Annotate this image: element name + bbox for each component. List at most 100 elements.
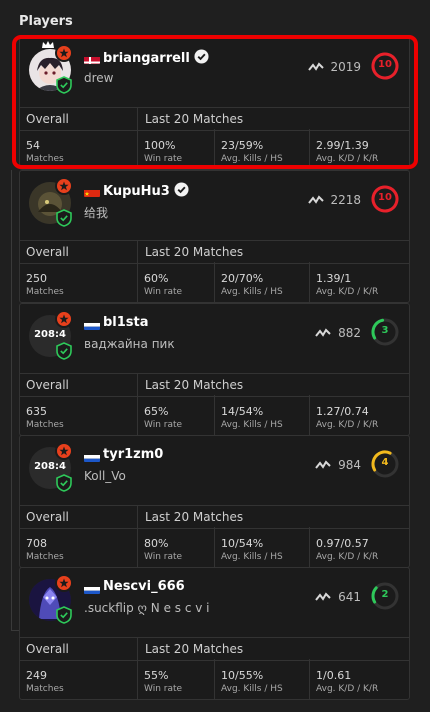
- stat-label: Win rate: [144, 552, 183, 562]
- skill-level-badge: 10: [370, 184, 400, 214]
- overall-label: Overall: [26, 642, 69, 656]
- last-20-matches-label: Last 20 Matches: [145, 112, 244, 126]
- skill-level-badge: 2: [370, 581, 400, 611]
- country-flag-icon: [84, 451, 100, 462]
- stat-value: 23/59%: [221, 139, 264, 152]
- stat-label: Avg. K/D / K/R: [316, 287, 379, 297]
- player-nickname: 给我: [84, 206, 109, 220]
- elo-trend-icon: [308, 195, 324, 204]
- stat-cell: 65% Win rate: [137, 395, 215, 435]
- divider: [137, 374, 138, 396]
- player-nickname: .suckflip ღ N e s c v i: [84, 601, 210, 615]
- stat-label: Matches: [26, 552, 64, 562]
- player-name[interactable]: Nescvi_666: [103, 579, 185, 594]
- stat-cell: 60% Win rate: [137, 262, 215, 302]
- player-card[interactable]: 208:4 bl1sta ваджайна пик 882 3 Overall Last 2…: [19, 303, 410, 436]
- stat-cell: 1.39/1 Avg. K/D / K/R: [309, 262, 410, 302]
- elo-trend-icon: [315, 460, 332, 469]
- player-name[interactable]: KupuHu3: [103, 182, 189, 199]
- stat-value: 1.39/1: [316, 272, 352, 285]
- player-name[interactable]: briangarrell: [103, 49, 209, 66]
- stat-label: Matches: [26, 287, 64, 297]
- stat-label: Win rate: [144, 684, 183, 694]
- stat-cell: 635 Matches: [20, 395, 137, 435]
- country-flag-icon: [84, 186, 100, 197]
- stats-header-row: Overall Last 20 Matches: [20, 240, 409, 264]
- shield-check-icon: [56, 342, 72, 360]
- stat-value: 635: [26, 405, 47, 418]
- elo-value: 641: [338, 590, 361, 604]
- player-header: Nescvi_666 .suckflip ღ N e s c v i 641 2: [20, 568, 409, 637]
- stats-header-row: Overall Last 20 Matches: [20, 637, 409, 661]
- stat-value: 80%: [144, 537, 169, 550]
- player-name-text[interactable]: Nescvi_666: [103, 579, 185, 594]
- player-name[interactable]: tyr1zm0: [103, 447, 163, 462]
- elo-trend-icon: [315, 328, 332, 337]
- stat-value: 10/55%: [221, 669, 264, 682]
- overall-label: Overall: [26, 510, 69, 524]
- stat-label: Win rate: [144, 287, 183, 297]
- stat-cell: 20/70% Avg. Kills / HS: [214, 262, 310, 302]
- shield-check-icon: [56, 606, 72, 624]
- skill-level-badge: 4: [370, 449, 400, 479]
- last-20-matches-label: Last 20 Matches: [145, 245, 244, 259]
- elo-value: 882: [338, 326, 361, 340]
- faceit-star-badge-icon: [55, 177, 73, 195]
- stat-label: Avg. K/D / K/R: [316, 420, 379, 430]
- section-title-players: Players: [19, 14, 73, 29]
- player-nickname: Koll_Vo: [84, 469, 126, 483]
- stats-row: 249 Matches 55% Win rate 10/55% Avg. Kills / …: [20, 659, 409, 699]
- stat-label: Win rate: [144, 420, 183, 430]
- stat-value: 708: [26, 537, 47, 550]
- player-card[interactable]: 208:4 tyr1zm0 Koll_Vo 984 4 Overall Last 20 Ma…: [19, 435, 410, 568]
- player-name[interactable]: bl1sta: [103, 315, 149, 330]
- stat-value: 1/0.61: [316, 669, 352, 682]
- stat-label: Avg. Kills / HS: [221, 420, 283, 430]
- stats-row: 250 Matches 60% Win rate 20/70% Avg. Kills / …: [20, 262, 409, 302]
- stat-value: 14/54%: [221, 405, 264, 418]
- skill-level-number: 2: [381, 589, 389, 600]
- player-name-text[interactable]: tyr1zm0: [103, 447, 163, 462]
- skill-level-badge: 10: [370, 51, 400, 81]
- skill-level-number: 10: [378, 192, 392, 203]
- stat-label: Avg. K/D / K/R: [316, 552, 379, 562]
- stat-cell: 10/55% Avg. Kills / HS: [214, 659, 310, 699]
- stat-label: Avg. Kills / HS: [221, 552, 283, 562]
- stat-cell: 80% Win rate: [137, 527, 215, 567]
- stats-row: 635 Matches 65% Win rate 14/54% Avg. Kills / …: [20, 395, 409, 435]
- overall-label: Overall: [26, 112, 69, 126]
- skill-level-number: 10: [378, 59, 392, 70]
- verified-icon: [194, 49, 209, 64]
- player-card[interactable]: briangarrell drew 2019 10 Overall Last 20 Mat…: [19, 37, 410, 170]
- stat-value: 249: [26, 669, 47, 682]
- stat-cell: 1.27/0.74 Avg. K/D / K/R: [309, 395, 410, 435]
- skill-level-badge: 3: [370, 317, 400, 347]
- elo-trend-icon: [308, 62, 324, 71]
- stat-label: Avg. Kills / HS: [221, 154, 283, 164]
- player-card[interactable]: Nescvi_666 .suckflip ღ N e s c v i 641 2 Ove…: [19, 567, 410, 700]
- player-name-text[interactable]: KupuHu3: [103, 184, 170, 199]
- player-nickname: drew: [84, 71, 114, 85]
- elo-value: 984: [338, 458, 361, 472]
- player-name-text[interactable]: briangarrell: [103, 51, 190, 66]
- faceit-star-badge-icon: [55, 310, 73, 328]
- stat-cell: 23/59% Avg. Kills / HS: [214, 129, 310, 169]
- last-20-matches-label: Last 20 Matches: [145, 510, 244, 524]
- player-name-text[interactable]: bl1sta: [103, 315, 149, 330]
- faceit-star-badge-icon: [55, 44, 73, 62]
- stat-cell: 250 Matches: [20, 262, 137, 302]
- divider: [137, 241, 138, 263]
- stats-header-row: Overall Last 20 Matches: [20, 107, 409, 131]
- stat-value: 2.99/1.39: [316, 139, 369, 152]
- player-card[interactable]: KupuHu3 给我 2218 10 Overall Last 20 Matches 250…: [19, 170, 410, 303]
- avatar-text: 208:4: [34, 329, 66, 340]
- elo-value: 2019: [330, 60, 361, 74]
- verified-icon: [174, 182, 189, 197]
- divider: [137, 108, 138, 130]
- stat-value: 54: [26, 139, 40, 152]
- country-flag-icon: [84, 319, 100, 330]
- stat-value: 60%: [144, 272, 169, 285]
- stat-cell: 708 Matches: [20, 527, 137, 567]
- last-20-matches-label: Last 20 Matches: [145, 642, 244, 656]
- elo-trend-icon: [315, 592, 332, 601]
